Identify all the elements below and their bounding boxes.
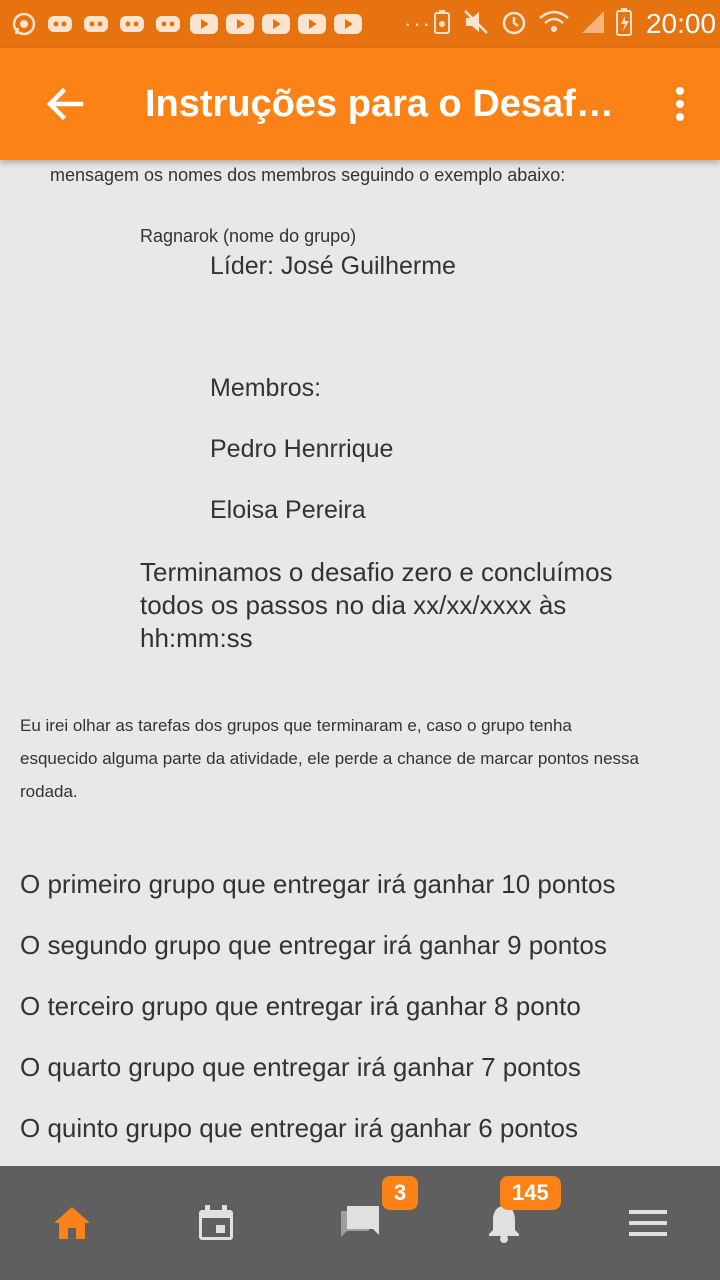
nav-chats[interactable]: 3 bbox=[288, 1166, 432, 1280]
youtube-icon bbox=[334, 14, 362, 34]
bottom-navigation: 3 145 bbox=[0, 1166, 720, 1280]
app-toolbar: Instruções para o Desafio Zero bbox=[0, 48, 720, 160]
notifications-badge: 145 bbox=[500, 1176, 561, 1210]
finish-text-line: Terminamos o desafio zero e concluímos bbox=[140, 557, 613, 587]
nav-menu[interactable] bbox=[576, 1166, 720, 1280]
home-icon bbox=[54, 1207, 90, 1239]
finish-text-line: hh:mm:ss bbox=[140, 623, 253, 653]
more-notifications-icon: ··· bbox=[404, 11, 432, 36]
points-item: O primeiro grupo que entregar irá ganhar… bbox=[20, 869, 616, 899]
points-item: O quinto grupo que entregar irá ganhar 6… bbox=[20, 1113, 578, 1143]
signal-icon bbox=[580, 9, 606, 40]
group-name-text: Ragnarok (nome do grupo) bbox=[140, 226, 357, 246]
discord-icon bbox=[46, 13, 74, 35]
paragraph-text: mensagem os nomes dos membros seguindo o… bbox=[50, 165, 566, 185]
status-bar: ··· 20:00 bbox=[0, 0, 720, 48]
discord-icon bbox=[82, 13, 110, 35]
youtube-icon bbox=[226, 14, 254, 34]
points-item: O segundo grupo que entregar irá ganhar … bbox=[20, 930, 607, 960]
member-item: Eloisa Pereira bbox=[210, 496, 366, 524]
arrow-left-icon bbox=[46, 87, 84, 121]
post-content: mensagem os nomes dos membros seguindo o… bbox=[0, 160, 720, 1166]
discord-icon bbox=[154, 13, 182, 35]
note-text-line: Eu irei olhar as tarefas dos grupos que … bbox=[20, 716, 572, 735]
hamburger-menu-icon bbox=[629, 1210, 667, 1236]
leader-text: Líder: José Guilherme bbox=[210, 252, 456, 280]
nav-events[interactable] bbox=[144, 1166, 288, 1280]
whatsapp-icon bbox=[10, 12, 38, 36]
points-item: O terceiro grupo que entregar irá ganhar… bbox=[20, 991, 581, 1021]
battery-icon bbox=[615, 7, 632, 41]
chat-icon bbox=[341, 1206, 379, 1237]
chats-badge: 3 bbox=[382, 1176, 419, 1210]
youtube-icon bbox=[262, 14, 290, 34]
wifi-icon bbox=[538, 9, 570, 40]
points-item: O quarto grupo que entregar irá ganhar 7… bbox=[20, 1052, 581, 1082]
back-button[interactable] bbox=[10, 48, 120, 160]
note-text-line: esquecido alguma parte da atividade, ele… bbox=[20, 749, 640, 768]
battery-saver-icon bbox=[432, 9, 452, 40]
more-vert-icon bbox=[676, 87, 684, 121]
youtube-icon bbox=[298, 14, 326, 34]
youtube-icon bbox=[190, 14, 218, 34]
discord-icon bbox=[118, 13, 146, 35]
nav-home[interactable] bbox=[0, 1166, 144, 1280]
note-text-line: rodada. bbox=[20, 782, 78, 801]
members-label: Membros: bbox=[210, 374, 322, 402]
more-options-button[interactable] bbox=[640, 48, 720, 160]
finish-text-line: todos os passos no dia xx/xx/xxxx às bbox=[140, 590, 567, 620]
mute-icon bbox=[462, 9, 490, 40]
clock: 20:00 bbox=[645, 8, 717, 39]
nav-notifications[interactable]: 145 bbox=[432, 1166, 576, 1280]
member-item: Pedro Henrrique bbox=[210, 435, 394, 463]
calendar-icon bbox=[199, 1205, 233, 1240]
alarm-icon bbox=[500, 8, 528, 41]
page-title: Instruções para o Desafio Zero bbox=[145, 82, 615, 125]
